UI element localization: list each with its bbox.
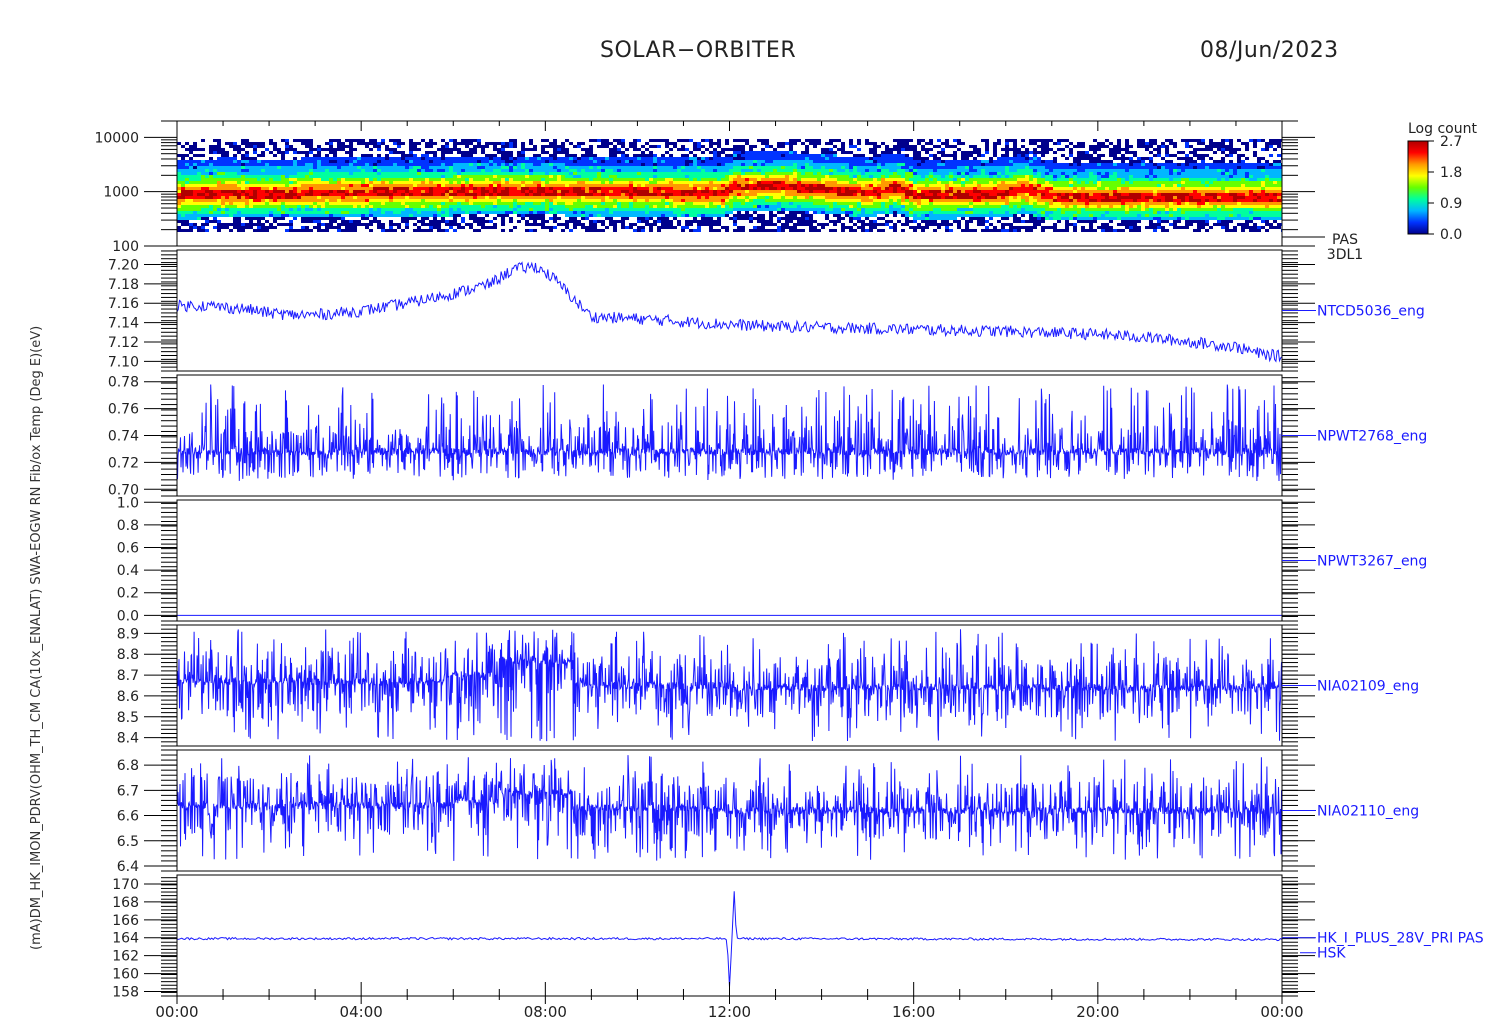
y-tick-label: 6.4 [117, 859, 139, 875]
y-tick-label: 166 [112, 913, 139, 929]
x-tick-label: 20:00 [1076, 1003, 1119, 1020]
y-tick-label: 0.74 [108, 429, 139, 445]
panel-7: 170 168 166 164 162 160 158 HK_I_PLUS_28V_PRI P… [112, 874, 1484, 1001]
colorbar-tick-label: 0.0 [1440, 227, 1462, 243]
y-tick-label: 7.10 [108, 354, 139, 370]
y-tick-label: 0.4 [117, 563, 139, 579]
series-line [176, 261, 1283, 363]
colorbar-tick-label: 2.7 [1440, 134, 1462, 150]
series-line [176, 891, 1283, 988]
panel-label: NIA02109_eng [1317, 679, 1419, 695]
panel-label: NPWT2768_eng [1317, 429, 1427, 445]
y-tick-label: 162 [112, 949, 139, 965]
y-tick-label: 158 [112, 985, 139, 1001]
left-axis-title: (mA)DM_HK_IMON_PDRV(OHM_TH_CM CA(10x_ENA… [29, 326, 44, 950]
y-tick-label: 170 [112, 877, 139, 893]
y-tick-label: 10000 [94, 130, 139, 146]
timeseries-figure: 100001000100 PAS3DL17.207.187.167.147.127… [29, 120, 1484, 1020]
y-tick-label: 160 [112, 967, 139, 983]
panel-label: PAS [1332, 232, 1358, 248]
y-tick-label: 6.5 [117, 834, 139, 850]
panel-1: 10000 1000 100 PAS3DL1 [94, 120, 1363, 263]
panel-label: NIA02110_eng [1317, 804, 1419, 820]
y-tick-label: 168 [112, 895, 139, 911]
x-tick-label: 08:00 [524, 1003, 567, 1020]
x-tick-label: 00:00 [155, 1003, 198, 1020]
y-tick-label: 7.16 [108, 296, 139, 312]
panel-2: 7.20 7.18 7.16 7.14 7.12 7.10 NTCD5036_eng [108, 249, 1425, 372]
panel-4: 1.0 0.8 0.6 0.4 0.2 0.0 NPWT3267_eng [117, 495, 1428, 624]
y-tick-label: 6.7 [117, 783, 139, 799]
y-tick-label: 0.6 [117, 540, 139, 556]
y-tick-label: 164 [112, 931, 139, 947]
series-line [176, 629, 1283, 742]
panel-3: 0.780.760.740.720.70NPWT2768_eng [108, 374, 1427, 498]
y-tick-label: 0.8 [117, 518, 139, 534]
series-line [176, 384, 1283, 482]
y-tick-label: 7.12 [108, 335, 139, 351]
panel-frame [176, 249, 1283, 372]
colorbar-bar [1407, 140, 1429, 235]
panel-6: 6.8 6.7 6.6 6.5 6.4 NIA02110_eng [117, 749, 1419, 875]
y-tick-label: 8.9 [117, 626, 139, 642]
colorbar-tick-label: 1.8 [1440, 165, 1462, 181]
panel-label: NPWT3267_eng [1317, 554, 1427, 570]
y-tick-label: 0.78 [108, 375, 139, 391]
y-tick-label: 0.72 [108, 455, 139, 471]
y-tick-label: 1000 [103, 185, 139, 201]
colorbar-tick-label: 0.9 [1440, 196, 1462, 212]
y-tick-label: 7.14 [108, 316, 139, 332]
panel-label: 3DL1 [1327, 247, 1363, 263]
series-line [176, 755, 1283, 861]
panel-label: HSK [1317, 946, 1346, 962]
y-tick-label: 8.7 [117, 668, 139, 684]
y-tick-label: 7.20 [108, 258, 139, 274]
y-tick-label: 0.76 [108, 402, 139, 418]
y-tick-label: 0.0 [117, 608, 139, 624]
x-tick-label: 00:00 [1260, 1003, 1303, 1020]
y-tick-label: 6.8 [117, 758, 139, 774]
y-tick-label: 8.6 [117, 689, 139, 705]
panel-frame [176, 499, 1283, 622]
panel-label: NTCD5036_eng [1317, 304, 1425, 320]
y-tick-label: 7.18 [108, 277, 139, 293]
y-tick-label: 100 [112, 239, 139, 255]
panel-5: 8.9 8.8 8.7 8.6 8.5 8.4 NIA02109_eng [117, 624, 1419, 747]
y-tick-label: 8.5 [117, 710, 139, 726]
y-tick-label: 0.2 [117, 586, 139, 602]
y-tick-label: 8.8 [117, 647, 139, 663]
y-tick-label: 6.6 [117, 809, 139, 825]
x-tick-label: 16:00 [892, 1003, 935, 1020]
spectrogram [177, 139, 1282, 232]
y-tick-label: 1.0 [117, 495, 139, 511]
x-tick-label: 04:00 [340, 1003, 383, 1020]
y-tick-label: 8.4 [117, 731, 139, 747]
panel-label: HK_I_PLUS_28V_PRI PAS [1317, 931, 1484, 947]
x-tick-label: 12:00 [708, 1003, 751, 1020]
